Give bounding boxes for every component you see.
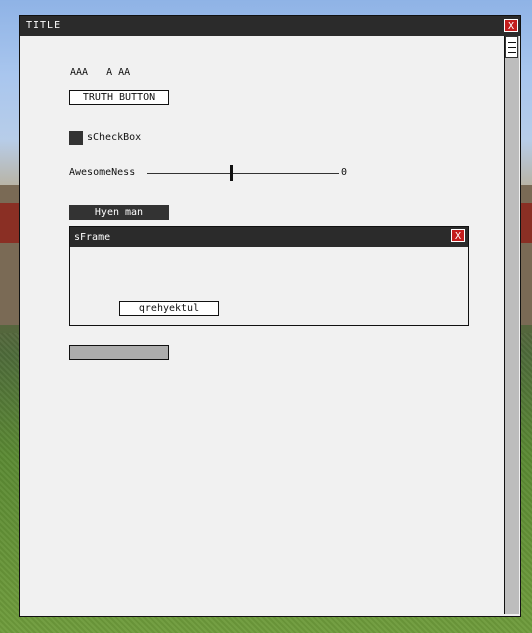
hyen-man-button[interactable]: Hyen man [69,205,169,220]
scheckbox[interactable] [69,131,83,145]
slider-value: 0 [341,167,348,178]
sframe: sFrame X qrehyektul [69,226,469,326]
title-bar[interactable]: TITLE X [20,16,520,36]
scrollbar-thumb[interactable] [505,36,518,58]
progress-bar [69,345,169,360]
qrehyektul-button[interactable]: qrehyektul [119,301,219,316]
sframe-close-button[interactable]: X [451,229,465,242]
vertical-scrollbar[interactable] [504,36,519,614]
window-title: TITLE [26,20,62,31]
close-button[interactable]: X [504,19,518,32]
truth-button[interactable]: TRUTH BUTTON [69,90,169,105]
slider-label: AwesomeNess [69,167,136,178]
sframe-title-bar[interactable]: sFrame X [70,227,468,247]
main-frame: TITLE X AAA A AA TRUTH BUTTON sCheckBox … [19,15,521,617]
aaa-label: AAA A AA [70,67,131,78]
slider-knob[interactable] [230,165,233,181]
checkbox-label: sCheckBox [87,132,142,143]
sframe-title: sFrame [74,232,111,243]
slider-track[interactable] [147,173,339,174]
